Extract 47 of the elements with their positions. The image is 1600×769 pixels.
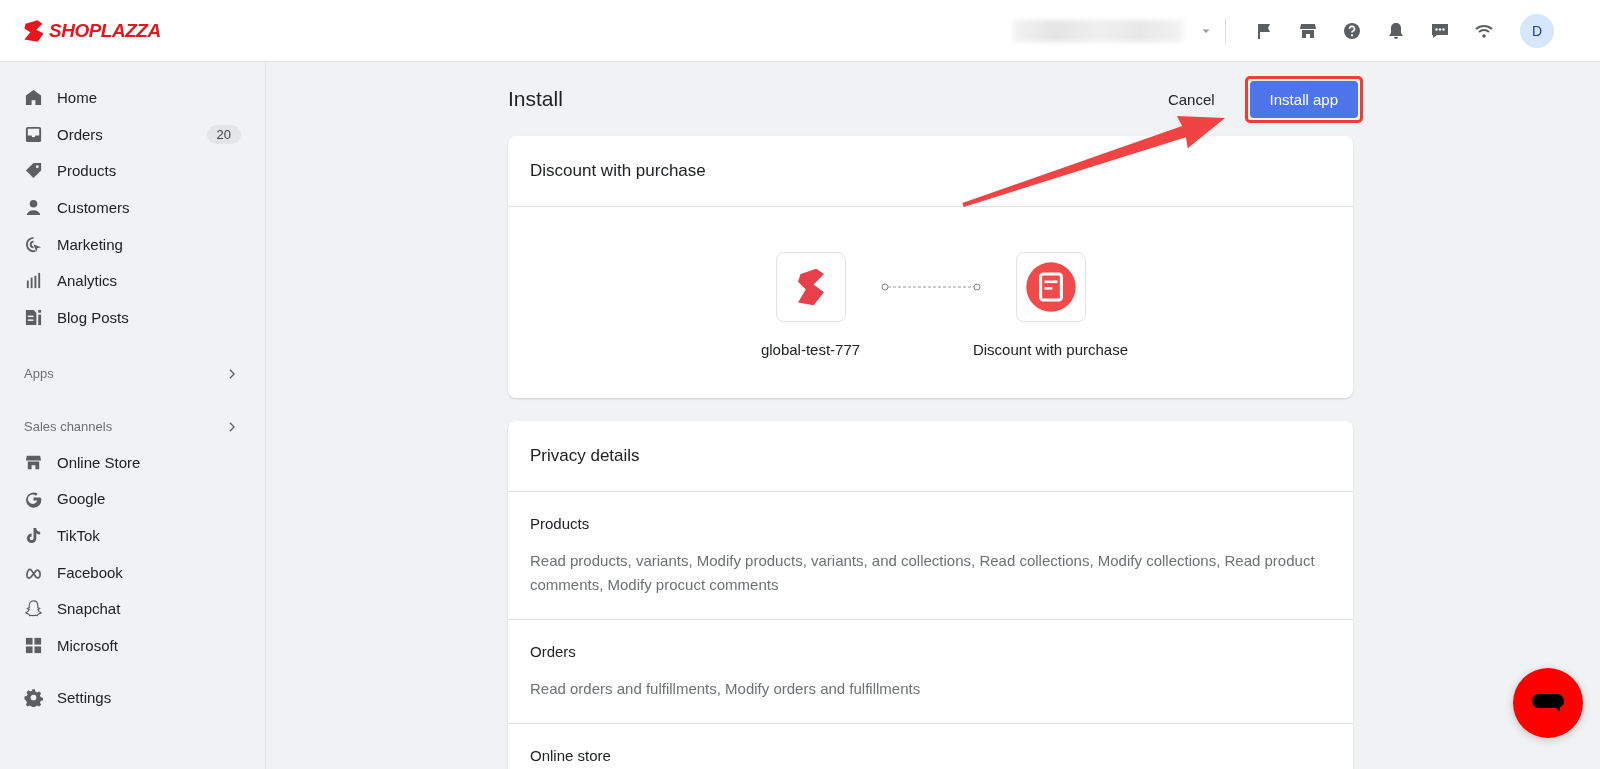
nav-item[interactable]: Customers bbox=[24, 189, 265, 226]
person-icon bbox=[24, 197, 43, 217]
chat-button[interactable] bbox=[1513, 668, 1583, 738]
document-icon bbox=[24, 307, 43, 327]
home-icon bbox=[24, 87, 43, 107]
ghost-icon bbox=[24, 599, 43, 619]
nav-item[interactable]: Products bbox=[24, 152, 265, 190]
cancel-button[interactable]: Cancel bbox=[1163, 84, 1219, 114]
count-badge: 20 bbox=[206, 124, 241, 144]
page-title: Install bbox=[508, 87, 563, 111]
tag-icon bbox=[24, 161, 43, 181]
gear-icon bbox=[24, 687, 43, 707]
card-title: Privacy details bbox=[530, 446, 640, 466]
nav-item[interactable]: Microsoft bbox=[24, 627, 265, 664]
nav-item[interactable]: Marketing bbox=[24, 225, 265, 263]
cursor-target-icon bbox=[24, 234, 43, 254]
install-app-button[interactable]: Install app bbox=[1249, 80, 1358, 118]
grid-icon bbox=[24, 636, 43, 656]
bell-icon[interactable] bbox=[1386, 20, 1406, 41]
nav-item[interactable]: Snapchat bbox=[24, 590, 265, 628]
avatar[interactable]: D bbox=[1520, 13, 1554, 48]
section-header[interactable]: Sales channels bbox=[24, 416, 265, 437]
section-title: Products bbox=[530, 515, 591, 532]
section-title: Online store bbox=[530, 747, 612, 764]
receipt-icon bbox=[1024, 261, 1077, 313]
permission-text: Read products, variants, Modify products, variants, and collections, Read collections, Modify collections, Read product comments, Modify procuct comments bbox=[530, 551, 1316, 595]
nav-item[interactable]: Analytics bbox=[24, 262, 265, 300]
permission-text: Read orders and fulfillments, Modify orders and fulfillments bbox=[530, 679, 922, 699]
inbox-icon bbox=[24, 124, 43, 144]
nav-item[interactable]: Online Store bbox=[24, 443, 265, 481]
help-icon[interactable] bbox=[1342, 20, 1362, 41]
card-title: Discount with purchase bbox=[530, 161, 706, 181]
node-label: global-test-777 bbox=[760, 341, 861, 358]
section-header[interactable]: Apps bbox=[24, 363, 265, 384]
music-note-icon bbox=[24, 526, 43, 546]
logo-icon bbox=[22, 18, 46, 43]
node-label: Discount with purchase bbox=[972, 341, 1129, 358]
nav-item[interactable]: Settings bbox=[24, 678, 265, 716]
nav-item[interactable]: TikTok bbox=[24, 517, 265, 554]
bar-chart-icon bbox=[24, 271, 43, 291]
nav-item[interactable]: Orders 20 bbox=[24, 115, 265, 153]
nav-item[interactable]: Blog Posts bbox=[24, 299, 265, 336]
logo-text: SHOPLAZZA bbox=[49, 19, 161, 42]
nav-item[interactable]: Google bbox=[24, 480, 265, 518]
nav-item[interactable]: Facebook bbox=[24, 553, 265, 591]
nav-item[interactable]: Home bbox=[24, 79, 265, 116]
section-title: Orders bbox=[530, 643, 577, 660]
